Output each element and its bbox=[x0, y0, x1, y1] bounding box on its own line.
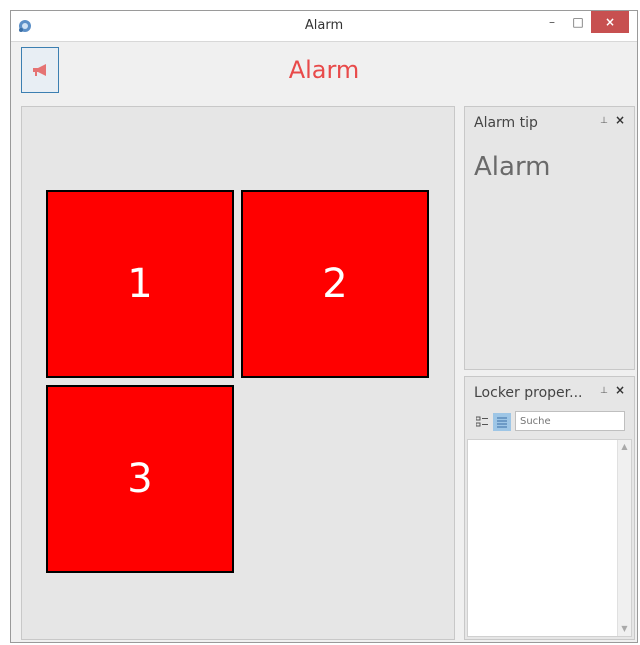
page-title: Alarm bbox=[288, 56, 360, 84]
locker-properties-title: Locker proper... bbox=[474, 385, 583, 401]
pin-icon[interactable]: ⊥ bbox=[600, 116, 608, 126]
close-icon[interactable]: × bbox=[615, 383, 625, 397]
maximize-button[interactable]: □ bbox=[565, 11, 591, 33]
locker-grid: 1 2 3 bbox=[21, 106, 455, 640]
alarm-tip-text: Alarm bbox=[474, 152, 551, 182]
alarm-tip-title: Alarm tip bbox=[474, 115, 538, 131]
scroll-down-icon[interactable]: ▼ bbox=[618, 622, 631, 636]
toolbar: Alarm bbox=[11, 42, 637, 98]
locker-properties-header: Locker proper... ⊥ × bbox=[465, 377, 634, 407]
alarm-tip-header: Alarm tip ⊥ × bbox=[465, 107, 634, 137]
alarm-tip-panel: Alarm tip ⊥ × Alarm bbox=[464, 106, 635, 370]
locker-label: 3 bbox=[127, 456, 153, 502]
minimize-button[interactable]: – bbox=[539, 11, 565, 33]
vertical-scrollbar[interactable]: ▲ ▼ bbox=[617, 440, 631, 636]
locker-label: 1 bbox=[127, 261, 153, 307]
locker-label: 2 bbox=[322, 261, 348, 307]
locker-1[interactable]: 1 bbox=[46, 190, 234, 378]
scroll-up-icon[interactable]: ▲ bbox=[618, 440, 631, 454]
properties-list[interactable]: ▲ ▼ bbox=[467, 439, 632, 637]
locker-3[interactable]: 3 bbox=[46, 385, 234, 573]
locker-properties-panel: Locker proper... ⊥ × Suche ▲ ▼ bbox=[464, 376, 635, 640]
search-input[interactable] bbox=[515, 411, 625, 431]
list-icon[interactable] bbox=[493, 413, 511, 431]
pin-icon[interactable]: ⊥ bbox=[600, 386, 608, 396]
title-bar: Alarm – □ × bbox=[11, 11, 637, 42]
categorized-icon[interactable] bbox=[473, 413, 491, 431]
locker-2[interactable]: 2 bbox=[241, 190, 429, 378]
close-button[interactable]: × bbox=[591, 11, 629, 33]
close-icon[interactable]: × bbox=[615, 113, 625, 127]
app-window: Alarm – □ × Alarm 1 2 3 Alarm tip ⊥ × Al… bbox=[10, 10, 638, 643]
properties-toolbar bbox=[471, 411, 628, 433]
